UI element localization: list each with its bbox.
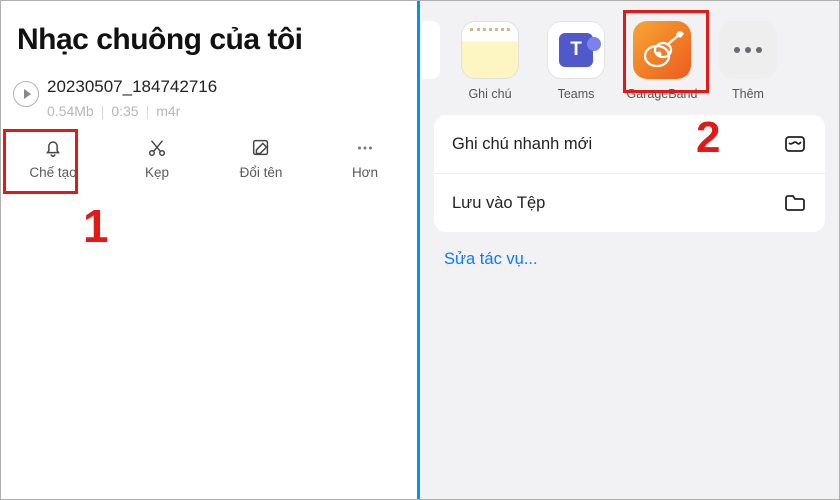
app-label: GarageBand [627, 87, 698, 101]
app-garageband[interactable]: GarageBand [626, 21, 698, 101]
save-files-row[interactable]: Lưu vào Tệp [434, 173, 825, 232]
play-button[interactable] [13, 81, 39, 107]
folder-icon [783, 191, 807, 215]
create-button[interactable]: Chế tạo [1, 137, 105, 180]
file-size: 0.54Mb [47, 103, 94, 119]
ringtone-app-pane: Nhạc chuông của tôi 20230507_184742716 0… [1, 1, 420, 499]
app-label: Teams [558, 87, 595, 101]
more-button[interactable]: Hơn [313, 137, 417, 180]
file-meta: 0.54Mb | 0:35 | m4r [47, 103, 401, 119]
file-ext: m4r [156, 103, 180, 119]
callout-number-2: 2 [696, 113, 720, 163]
edit-icon [250, 137, 272, 159]
app-more[interactable]: Thêm [712, 21, 784, 101]
callout-number-1: 1 [83, 199, 109, 253]
bell-icon [42, 137, 64, 159]
edit-actions-link[interactable]: Sửa tác vụ... [420, 232, 839, 287]
garageband-icon [633, 21, 691, 79]
app-label: Thêm [732, 87, 764, 101]
quick-note-row[interactable]: Ghi chú nhanh mới [434, 115, 825, 173]
toolbar-label: Đổi tên [240, 165, 283, 180]
app-notes[interactable]: Ghi chú [454, 21, 526, 101]
divider: | [146, 103, 150, 119]
row-label: Ghi chú nhanh mới [452, 135, 592, 154]
file-duration: 0:35 [111, 103, 138, 119]
app-teams[interactable]: T Teams [540, 21, 612, 101]
app-partial[interactable] [422, 21, 440, 79]
more-apps-icon [719, 21, 777, 79]
toolbar-label: Kẹp [145, 165, 169, 180]
file-info: 20230507_184742716 0.54Mb | 0:35 | m4r [47, 77, 401, 119]
share-apps-row: Ghi chú T Teams GarageBand Thêm 2 [420, 1, 839, 115]
rename-button[interactable]: Đổi tên [209, 137, 313, 180]
toolbar-label: Hơn [352, 165, 378, 180]
more-icon [354, 137, 376, 159]
actions-card: Ghi chú nhanh mới Lưu vào Tệp [434, 115, 825, 232]
page-title: Nhạc chuông của tôi [1, 1, 417, 75]
row-label: Lưu vào Tệp [452, 194, 545, 213]
divider: | [101, 103, 105, 119]
clip-button[interactable]: Kẹp [105, 137, 209, 180]
file-name: 20230507_184742716 [47, 77, 401, 97]
toolbar-label: Chế tạo [29, 165, 76, 180]
file-row[interactable]: 20230507_184742716 0.54Mb | 0:35 | m4r [1, 75, 417, 127]
play-icon [24, 89, 31, 99]
teams-icon: T [547, 21, 605, 79]
scissors-icon [146, 137, 168, 159]
app-label: Ghi chú [468, 87, 511, 101]
quicknote-icon [783, 132, 807, 156]
share-sheet-pane: Ghi chú T Teams GarageBand Thêm 2 Ghi ch… [420, 1, 839, 499]
notes-icon [461, 21, 519, 79]
toolbar: Chế tạo Kẹp Đổi tên Hơn [1, 127, 417, 186]
